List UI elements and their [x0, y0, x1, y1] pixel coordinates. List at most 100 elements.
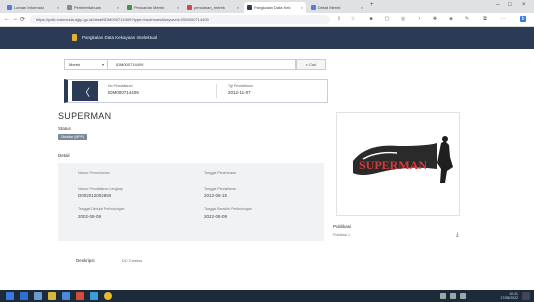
edge-icon[interactable]: [90, 292, 98, 300]
publication-link[interactable]: Publikasi 1: [333, 233, 350, 237]
search-type-select[interactable]: Merek ▾: [64, 59, 108, 70]
publication-label: Publikasi: [333, 224, 352, 229]
browser-tab-4[interactable]: pencarian_merek ×: [184, 2, 242, 13]
minimize-icon[interactable]: –: [496, 2, 499, 8]
favicon-icon: [7, 5, 12, 10]
trademark-name: SUPERMAN: [58, 111, 112, 121]
menu-dots-icon[interactable]: ⋯: [500, 16, 506, 22]
tab-label: Pemberitahuan: [74, 5, 102, 10]
search-button[interactable]: ⌕ Cari: [296, 59, 326, 70]
search-icon: ⌕: [305, 62, 308, 67]
task-view-icon[interactable]: [34, 292, 42, 300]
reload-icon[interactable]: ⟳: [20, 16, 25, 23]
detail-section-label: Detail: [58, 153, 70, 158]
system-clock[interactable]: 10:31 17/08/2022: [500, 292, 518, 300]
favicon-icon: [127, 5, 132, 10]
close-icon[interactable]: ×: [115, 5, 119, 10]
notification-icon[interactable]: [522, 292, 530, 300]
download-icon[interactable]: ⤓: [456, 232, 459, 239]
maximize-icon[interactable]: □: [508, 2, 512, 8]
summary-card: 〈 No Pendaftaran IDM000714409 Tgl Pendaf…: [64, 79, 328, 103]
extensions-puzzle-icon[interactable]: ⧉: [482, 16, 488, 22]
tab-label: Pangkalan Data Kek: [254, 5, 291, 10]
extension-icon[interactable]: ✥: [432, 16, 438, 22]
chevron-down-icon: ▾: [101, 62, 104, 67]
field-value: 2022-08-09: [204, 214, 228, 219]
volume-icon[interactable]: [450, 293, 456, 299]
trademark-image[interactable]: SUPERMAN: [336, 112, 460, 216]
status-label: Status: [58, 126, 71, 131]
extension-icon[interactable]: ◈: [448, 16, 454, 22]
start-icon[interactable]: [6, 292, 14, 300]
description-label: Deskripsi: [76, 258, 95, 263]
summary-label: Tgl Pendaftaran: [228, 84, 253, 88]
close-icon[interactable]: ×: [175, 5, 179, 10]
search-button-label: Cari: [309, 62, 317, 67]
field-label: Nomor Permohonan: [78, 171, 110, 175]
forward-icon[interactable]: →: [12, 16, 18, 22]
browser-tab-2[interactable]: Pemberitahuan ×: [64, 2, 122, 13]
extension-icon[interactable]: ✎: [464, 16, 470, 22]
clock-date: 17/08/2022: [500, 296, 518, 300]
tab-label: pencarian_merek: [194, 5, 225, 10]
search-icon[interactable]: [20, 292, 28, 300]
edge-sidebar-icon[interactable]: b: [520, 16, 526, 22]
extension-icon[interactable]: ◔: [416, 16, 422, 22]
field-value: 2012-06-15: [204, 193, 228, 198]
field-label: Nomor Pendaftaran Lengkap: [78, 187, 123, 191]
browser-tab-6[interactable]: Detail Merek ×: [308, 2, 366, 13]
field-label: Tanggal Pendaftaran: [204, 187, 237, 191]
summary-value: IDM000714409: [108, 90, 139, 95]
back-icon[interactable]: ←: [4, 16, 10, 22]
summary-value: 2012-11-07: [228, 90, 251, 95]
favicon-icon: [247, 5, 252, 10]
close-icon[interactable]: ×: [359, 5, 363, 10]
close-icon[interactable]: ×: [299, 5, 303, 10]
windows-taskbar: 10:31 17/08/2022: [0, 290, 534, 302]
browser-tab-active[interactable]: Pangkalan Data Kek ×: [244, 2, 306, 13]
favicon-icon: [67, 5, 72, 10]
network-icon[interactable]: [440, 293, 446, 299]
app-header: Pangkalan Data Kekayaan Intelektual: [0, 27, 534, 49]
superman-logo-image: SUPERMAN: [353, 136, 453, 183]
field-label: Tanggal Dimulai Perlindungan: [78, 207, 125, 211]
extension-icon[interactable]: ▢: [384, 16, 390, 22]
new-tab-icon[interactable]: +: [370, 2, 374, 8]
tab-label: Laman Informasi: [14, 5, 44, 10]
window-close-icon[interactable]: ×: [522, 2, 526, 8]
browser-tab-3[interactable]: Pencarian Merek ×: [124, 2, 182, 13]
address-bar[interactable]: https://pdki-indonesia.dgip.go.id/detail…: [30, 15, 330, 24]
close-icon[interactable]: ×: [55, 5, 59, 10]
favicon-icon: [311, 5, 316, 10]
logo-text: SUPERMAN: [359, 158, 427, 172]
chrome-icon[interactable]: [104, 292, 112, 300]
browser-tab-bar: Laman Informasi × Pemberitahuan × Pencar…: [0, 0, 534, 13]
app-logo-icon[interactable]: [72, 34, 77, 41]
card-divider: [216, 84, 217, 98]
app-title[interactable]: Pangkalan Data Kekayaan Intelektual: [82, 35, 157, 40]
extension-icon[interactable]: ◎: [400, 16, 406, 22]
browser-tab-1[interactable]: Laman Informasi ×: [4, 2, 62, 13]
tab-label: Detail Merek: [318, 5, 341, 10]
browser-toolbar: ← → ⟳ https://pdki-indonesia.dgip.go.id/…: [0, 13, 534, 27]
summary-label: No Pendaftaran: [108, 84, 133, 88]
detail-panel: Nomor Permohonan Tanggal Penerimaan Nomo…: [58, 163, 324, 241]
extension-icon[interactable]: ■: [368, 16, 374, 22]
description-value: DC Comics: [122, 258, 143, 263]
bookmark-star-icon[interactable]: ☆: [350, 16, 356, 22]
share-icon[interactable]: ⇪: [336, 16, 342, 22]
file-explorer-icon[interactable]: [48, 292, 56, 300]
summary-column-2: Tgl Pendaftaran 2012-11-07: [228, 84, 253, 95]
field-label: Tanggal Penerimaan: [204, 171, 237, 175]
close-icon[interactable]: ×: [235, 5, 239, 10]
field-label: Tanggal Berakhir Perlindungan: [204, 207, 252, 211]
summary-column-1: No Pendaftaran IDM000714409: [108, 84, 139, 95]
search-input[interactable]: IDM000714409: [108, 59, 296, 70]
favicon-icon: [187, 5, 192, 10]
field-value: 2002-08-09: [78, 214, 102, 219]
battery-icon[interactable]: [460, 293, 466, 299]
tab-label: Pencarian Merek: [134, 5, 165, 10]
field-value: D002012002850: [78, 193, 112, 198]
mail-icon[interactable]: [76, 292, 84, 300]
store-icon[interactable]: [62, 292, 70, 300]
